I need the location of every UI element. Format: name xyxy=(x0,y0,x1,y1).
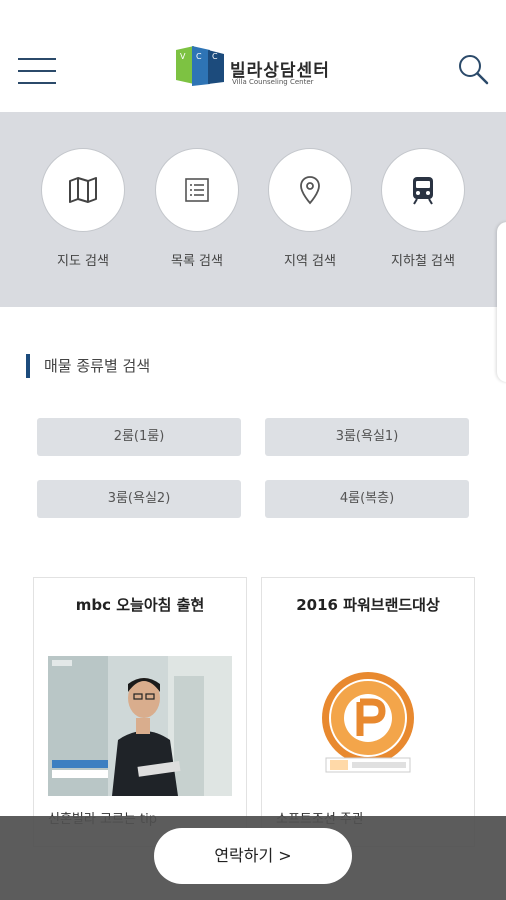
quick-map-search[interactable]: 지도 검색 xyxy=(38,148,128,278)
quick-region-search[interactable]: 지역 검색 xyxy=(265,148,355,278)
award-card-power-brand[interactable]: 2016 파워브랜드대상 소프트조선 주관 xyxy=(261,577,475,847)
quick-region-circle xyxy=(268,148,352,232)
quick-list-circle xyxy=(155,148,239,232)
quick-subway-circle xyxy=(381,148,465,232)
subway-icon xyxy=(413,177,433,205)
app-header: V C C 빌라상담센터 Villa Counseling Center xyxy=(0,0,506,112)
map-icon xyxy=(69,177,97,203)
quick-subway-label: 지하철 검색 xyxy=(391,254,455,269)
card-title: 2016 파워브랜드대상 xyxy=(296,596,440,614)
room-type-2room-button[interactable]: 2룸(1룸) xyxy=(37,418,241,456)
section-title: 매물 종류별 검색 xyxy=(26,354,150,378)
svg-text:C: C xyxy=(212,52,218,61)
location-pin-icon xyxy=(300,176,320,205)
card-title: mbc 오늘아침 출현 xyxy=(75,596,205,614)
tv-appearance-photo xyxy=(48,656,232,796)
contact-button[interactable]: 연락하기 > xyxy=(154,828,352,884)
side-drawer-handle[interactable] xyxy=(497,222,506,382)
bottom-bar: 연락하기 > xyxy=(0,816,506,900)
quick-search-panel: 지도 검색 목록 검색 지역 검색 지하철 검색 xyxy=(0,112,506,307)
quick-map-circle xyxy=(41,148,125,232)
power-brand-award-emblem xyxy=(276,656,460,796)
search-icon[interactable] xyxy=(456,52,490,86)
svg-text:C: C xyxy=(196,52,202,61)
quick-subway-search[interactable]: 지하철 검색 xyxy=(378,148,468,278)
logo-mark: V C C xyxy=(176,46,224,86)
list-icon xyxy=(185,178,209,202)
room-type-3room-bath1-button[interactable]: 3룸(욕실1) xyxy=(265,418,469,456)
svg-text:V: V xyxy=(180,52,186,61)
room-type-4room-button[interactable]: 4룸(복층) xyxy=(265,480,469,518)
media-card-mbc[interactable]: mbc 오늘아침 출현 신혼빌라 고르는 tip xyxy=(33,577,247,847)
quick-list-search[interactable]: 목록 검색 xyxy=(152,148,242,278)
room-type-3room-bath2-button[interactable]: 3룸(욕실2) xyxy=(37,480,241,518)
logo-subtitle: Villa Counseling Center xyxy=(232,78,314,86)
logo[interactable]: V C C 빌라상담센터 Villa Counseling Center xyxy=(174,40,334,90)
quick-region-label: 지역 검색 xyxy=(284,254,336,269)
hamburger-icon[interactable] xyxy=(18,58,58,86)
quick-list-label: 목록 검색 xyxy=(171,254,223,269)
quick-map-label: 지도 검색 xyxy=(57,254,109,269)
